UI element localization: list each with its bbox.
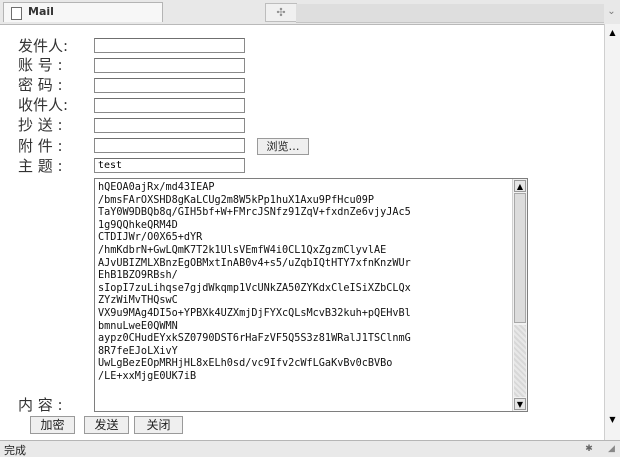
content-textarea[interactable]: hQEOA0ajRx/md43IEAP /bmsFArOXSHD8gKaLCUg… (94, 178, 528, 412)
scroll-thumb[interactable] (514, 193, 526, 323)
security-zone-icon: ✱ (585, 444, 593, 454)
sender-label: 发件人: (18, 37, 69, 55)
browse-button[interactable]: 浏览… (257, 138, 309, 155)
new-tab-icon: ✣ (276, 6, 286, 19)
tab-title: Mail (28, 5, 54, 18)
account-input[interactable] (94, 58, 245, 73)
content-text: hQEOA0ajRx/md43IEAP /bmsFArOXSHD8gKaLCUg… (98, 182, 411, 382)
scroll-track[interactable] (514, 325, 526, 397)
cc-input[interactable] (94, 118, 245, 133)
recipient-input[interactable] (94, 98, 245, 113)
attachment-label: 附 件 : (18, 137, 63, 155)
cc-label: 抄 送 : (18, 116, 63, 134)
scroll-up-icon[interactable]: ▲ (514, 180, 526, 192)
encrypt-button[interactable]: 加密 (30, 416, 75, 434)
tab-mail[interactable]: Mail (3, 2, 163, 22)
page-scrollbar[interactable]: ▲ ▼ (604, 24, 620, 440)
page-icon (11, 7, 22, 20)
recipient-label: 收件人: (18, 96, 69, 114)
resize-grip-icon[interactable]: ◢ (608, 444, 618, 454)
tab-bar: Mail ✣ ⌄ (0, 0, 620, 25)
subject-label: 主 题 : (18, 157, 63, 175)
account-label: 账 号 : (18, 56, 63, 74)
tab-menu-icon[interactable]: ⌄ (605, 3, 618, 21)
status-bar: 完成 ✱ ◢ (0, 440, 620, 457)
page-scroll-down-icon[interactable]: ▼ (606, 414, 619, 426)
password-label: 密 码 : (18, 76, 63, 94)
content-scrollbar[interactable]: ▲ ▼ (512, 179, 527, 411)
close-button[interactable]: 关闭 (134, 416, 183, 434)
sender-input[interactable] (94, 38, 245, 53)
content-label: 内 容 : (18, 396, 63, 414)
new-tab-button[interactable]: ✣ (265, 3, 297, 22)
scroll-down-icon[interactable]: ▼ (514, 398, 526, 410)
send-button[interactable]: 发送 (84, 416, 129, 434)
attachment-input[interactable] (94, 138, 245, 153)
page-scroll-up-icon[interactable]: ▲ (606, 27, 619, 39)
mail-form: 发件人: 账 号 : 密 码 : 收件人: 抄 送 : 附 件 : 浏览… 主 … (0, 24, 605, 438)
subject-input[interactable]: test (94, 158, 245, 173)
tab-strip-empty (296, 4, 604, 23)
password-input[interactable] (94, 78, 245, 93)
